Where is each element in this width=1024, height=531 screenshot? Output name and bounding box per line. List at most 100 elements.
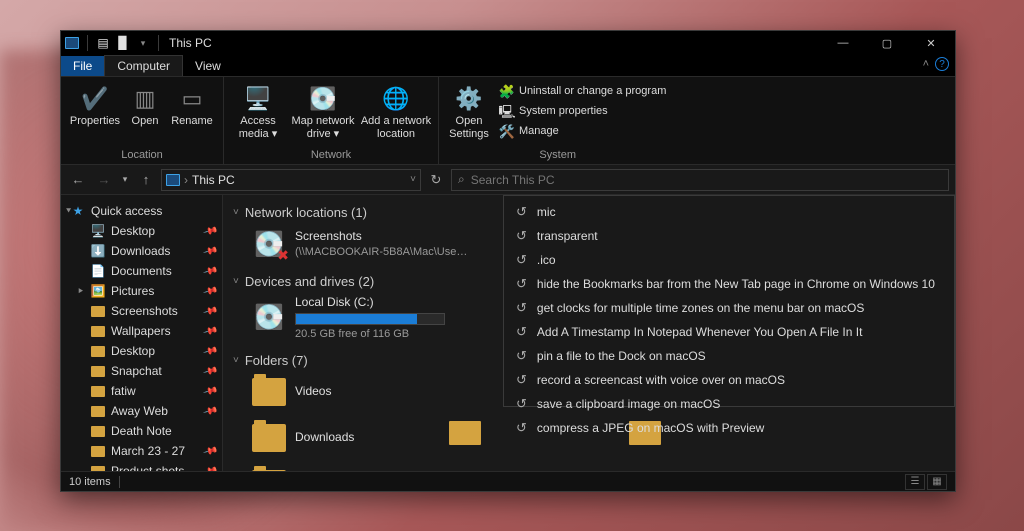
search-suggestion[interactable]: ↺hide the Bookmarks bar from the New Tab… bbox=[504, 272, 954, 296]
close-button[interactable]: ✕ bbox=[909, 31, 953, 55]
sidebar-item[interactable]: 🖥️Desktop📌 bbox=[61, 221, 222, 241]
help-icon[interactable]: ? bbox=[935, 57, 949, 71]
search-suggestion[interactable]: ↺transparent bbox=[504, 224, 954, 248]
qat-dropdown-icon[interactable]: ▾ bbox=[134, 34, 152, 52]
sidebar-item[interactable]: 📄Documents📌 bbox=[61, 261, 222, 281]
sidebar-item[interactable]: Desktop📌 bbox=[61, 341, 222, 361]
folder-icon bbox=[91, 384, 105, 398]
sidebar-item[interactable]: March 23 - 27📌 bbox=[61, 441, 222, 461]
folder-icon: 🖼️ bbox=[91, 284, 105, 298]
folder-icon bbox=[91, 444, 105, 458]
search-suggestion[interactable]: ↺pin a file to the Dock on macOS bbox=[504, 344, 954, 368]
sidebar-item[interactable]: Screenshots📌 bbox=[61, 301, 222, 321]
properties-button[interactable]: ✔️Properties bbox=[67, 81, 123, 130]
rename-button[interactable]: ▭Rename bbox=[167, 81, 217, 130]
folder-icon bbox=[91, 404, 105, 418]
sidebar-item[interactable]: fatiw📌 bbox=[61, 381, 222, 401]
chevron-down-icon[interactable]: ˅ bbox=[410, 174, 416, 185]
folder-icon bbox=[91, 304, 105, 318]
chevron-down-icon[interactable]: ˅ bbox=[233, 207, 239, 218]
search-suggestion[interactable]: ↺mic bbox=[504, 200, 954, 224]
search-suggestion[interactable]: ↺compress a JPEG on macOS with Preview bbox=[504, 416, 954, 440]
folder-icon bbox=[251, 420, 287, 456]
up-button[interactable]: ↑ bbox=[135, 169, 157, 191]
sidebar-item[interactable]: Snapchat📌 bbox=[61, 361, 222, 381]
search-box[interactable]: ⌕ bbox=[451, 169, 949, 191]
sidebar-item[interactable]: Away Web📌 bbox=[61, 401, 222, 421]
pc-icon bbox=[166, 174, 180, 186]
properties-qat-icon[interactable]: ▤ bbox=[94, 34, 112, 52]
ribbon-tabstrip: File Computer View ˄ ? bbox=[61, 55, 955, 77]
pin-icon: 📌 bbox=[202, 323, 218, 339]
folder-icon[interactable] bbox=[449, 421, 481, 445]
search-suggestion[interactable]: ↺get clocks for multiple time zones on t… bbox=[504, 296, 954, 320]
pc-icon bbox=[63, 34, 81, 52]
chevron-down-icon[interactable]: ˅ bbox=[233, 355, 239, 366]
search-suggestion[interactable]: ↺record a screencast with voice over on … bbox=[504, 368, 954, 392]
pin-icon: 📌 bbox=[202, 363, 218, 379]
search-suggestion[interactable]: ↺.ico bbox=[504, 248, 954, 272]
quick-access-toolbar: ▤ ▉ ▾ bbox=[63, 34, 163, 52]
sidebar-item[interactable]: Death Note bbox=[61, 421, 222, 441]
pin-icon: 📌 bbox=[202, 443, 218, 459]
pin-icon: 📌 bbox=[202, 263, 218, 279]
folder-icon: 🖥️ bbox=[91, 224, 105, 238]
folder-icon bbox=[91, 364, 105, 378]
icons-view-button[interactable]: ▦ bbox=[927, 474, 947, 490]
search-icon: ⌕ bbox=[458, 172, 465, 187]
tab-file[interactable]: File bbox=[61, 56, 104, 76]
add-location-button[interactable]: 🌐Add a network location bbox=[360, 81, 432, 143]
expand-icon[interactable]: ⯆ bbox=[65, 206, 72, 217]
back-button[interactable]: ← bbox=[67, 169, 89, 191]
history-icon: ↺ bbox=[516, 372, 527, 388]
manage-button[interactable]: 🛠️Manage bbox=[495, 123, 670, 141]
sidebar-item[interactable]: ⯈🖼️Pictures📌 bbox=[61, 281, 222, 301]
details-view-button[interactable]: ☰ bbox=[905, 474, 925, 490]
sidebar-quick-access[interactable]: ⯆ ★ Quick access bbox=[61, 201, 222, 221]
refresh-button[interactable]: ↻ bbox=[425, 169, 447, 191]
folder-item[interactable]: 3D Objects bbox=[227, 464, 955, 471]
explorer-body: ⯆ ★ Quick access 🖥️Desktop📌⬇️Downloads📌📄… bbox=[61, 195, 955, 471]
expand-icon[interactable]: ⯈ bbox=[77, 286, 84, 297]
history-icon: ↺ bbox=[516, 420, 527, 436]
map-drive-button[interactable]: 💽Map network drive ▾ bbox=[288, 81, 358, 143]
address-bar[interactable]: › This PC ˅ bbox=[161, 169, 421, 191]
maximize-button[interactable]: ▢ bbox=[865, 31, 909, 55]
sidebar-item[interactable]: Product shots📌 bbox=[61, 461, 222, 471]
pin-icon: 📌 bbox=[202, 303, 218, 319]
folder-icon bbox=[251, 374, 287, 410]
history-icon: ↺ bbox=[516, 228, 527, 244]
minimize-button[interactable]: — bbox=[821, 31, 865, 55]
tab-view[interactable]: View bbox=[183, 56, 233, 76]
search-input[interactable] bbox=[471, 173, 942, 187]
open-button[interactable]: ▥Open bbox=[125, 81, 165, 130]
search-suggestion[interactable]: ↺Add A Timestamp In Notepad Whenever You… bbox=[504, 320, 954, 344]
open-settings-button[interactable]: ⚙️Open Settings bbox=[445, 81, 493, 143]
new-folder-qat-icon[interactable]: ▉ bbox=[114, 34, 132, 52]
folder-icon bbox=[91, 324, 105, 338]
access-media-button[interactable]: 🖥️Access media ▾ bbox=[230, 81, 286, 143]
folder-icon: 📄 bbox=[91, 264, 105, 278]
pin-icon: 📌 bbox=[202, 463, 218, 471]
sidebar-item[interactable]: ⬇️Downloads📌 bbox=[61, 241, 222, 261]
forward-button[interactable]: → bbox=[93, 169, 115, 191]
tab-computer[interactable]: Computer bbox=[104, 55, 183, 76]
ribbon-collapse-icon[interactable]: ˄ bbox=[923, 58, 929, 70]
folder-icon bbox=[91, 424, 105, 438]
star-icon: ★ bbox=[71, 204, 85, 218]
history-icon: ↺ bbox=[516, 204, 527, 220]
pin-icon: 📌 bbox=[202, 403, 218, 419]
pin-icon: 📌 bbox=[202, 243, 218, 259]
pin-icon: 📌 bbox=[202, 343, 218, 359]
drive-usage-bar bbox=[295, 313, 445, 325]
recent-locations-button[interactable]: ▾ bbox=[119, 169, 131, 191]
folder-icon bbox=[91, 344, 105, 358]
chevron-down-icon[interactable]: ˅ bbox=[233, 276, 239, 287]
history-icon: ↺ bbox=[516, 324, 527, 340]
sidebar-item[interactable]: Wallpapers📌 bbox=[61, 321, 222, 341]
search-suggestion[interactable]: ↺save a clipboard image on macOS bbox=[504, 392, 954, 416]
uninstall-button[interactable]: 🧩Uninstall or change a program bbox=[495, 83, 670, 101]
folder-icon: ⬇️ bbox=[91, 244, 105, 258]
system-properties-button[interactable]: 🖳System properties bbox=[495, 103, 670, 121]
history-icon: ↺ bbox=[516, 276, 527, 292]
